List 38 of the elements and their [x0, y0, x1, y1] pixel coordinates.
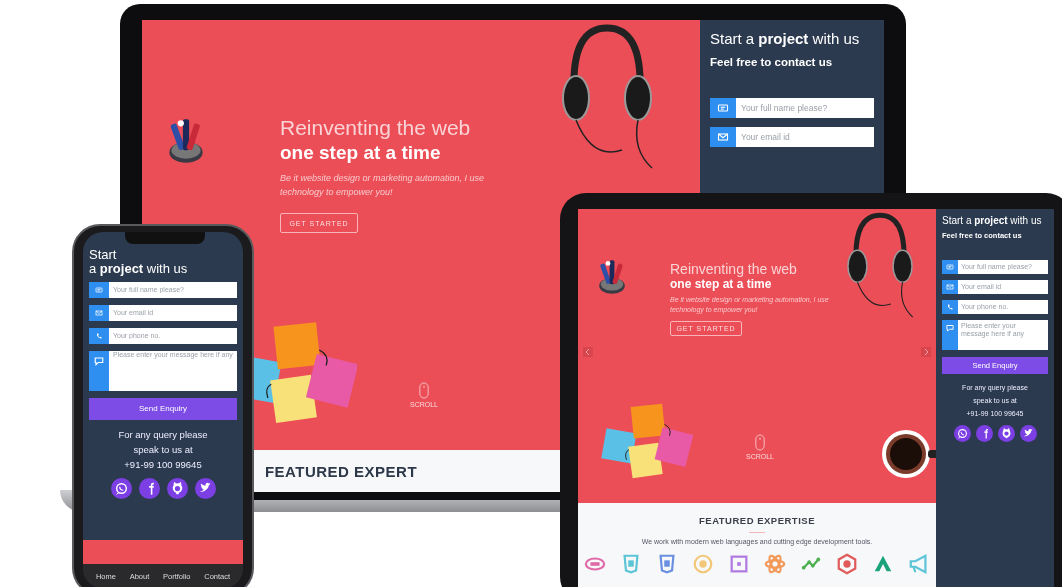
id-card-icon — [942, 259, 958, 274]
input-field[interactable]: Your full name please? — [736, 98, 874, 119]
id-card-icon — [710, 98, 736, 119]
cat-logo-icon[interactable] — [166, 477, 188, 499]
bird-icon[interactable] — [1019, 424, 1037, 442]
cat-logo-icon[interactable] — [997, 424, 1015, 442]
contact-info: For any query please — [118, 428, 208, 440]
f-logo-icon[interactable] — [975, 424, 993, 442]
mouse-icon — [419, 382, 429, 399]
hero-title: Reinventing the web — [280, 116, 472, 140]
panel-subtitle: Feel free to contact us — [710, 56, 834, 69]
phone-icon — [89, 327, 109, 344]
envelope-icon — [89, 304, 109, 321]
chat-bubble-icon — [942, 319, 958, 350]
phone-bubble-icon[interactable] — [953, 424, 971, 442]
chat-bubble-icon — [89, 350, 109, 391]
hero-description: Be it website design or marketing automation, I use technology to empower you! — [280, 172, 486, 199]
envelope-icon — [710, 127, 736, 148]
envelope-icon — [942, 279, 958, 294]
input-field[interactable]: Your email id — [736, 127, 874, 148]
section-title: FEATURED EXPERTISE — [699, 515, 815, 526]
phone-bubble-icon[interactable] — [110, 477, 132, 499]
panel-title: Start a project with us — [942, 215, 1043, 227]
phone-icon — [942, 299, 958, 314]
id-card-icon — [89, 281, 109, 298]
mouse-icon — [755, 434, 765, 451]
contact-info: speak to us at — [133, 443, 193, 455]
f-logo-icon[interactable] — [138, 477, 160, 499]
send-enquiry-button[interactable]: Send Enquiry — [89, 397, 237, 420]
bird-icon[interactable] — [194, 477, 216, 499]
hero-subtitle: one step at a time — [280, 142, 442, 164]
panel-title: Start — [89, 248, 118, 263]
contact-info: +91-99 100 99645 — [124, 458, 202, 470]
section-title: FEATURED EXPERT — [264, 462, 418, 480]
hero-title: Reinventing the web — [670, 261, 798, 277]
panel-title: Start a project with us — [710, 30, 861, 48]
hero-subtitle: one step at a time — [670, 277, 773, 291]
panel-title: a project with us — [89, 262, 189, 277]
